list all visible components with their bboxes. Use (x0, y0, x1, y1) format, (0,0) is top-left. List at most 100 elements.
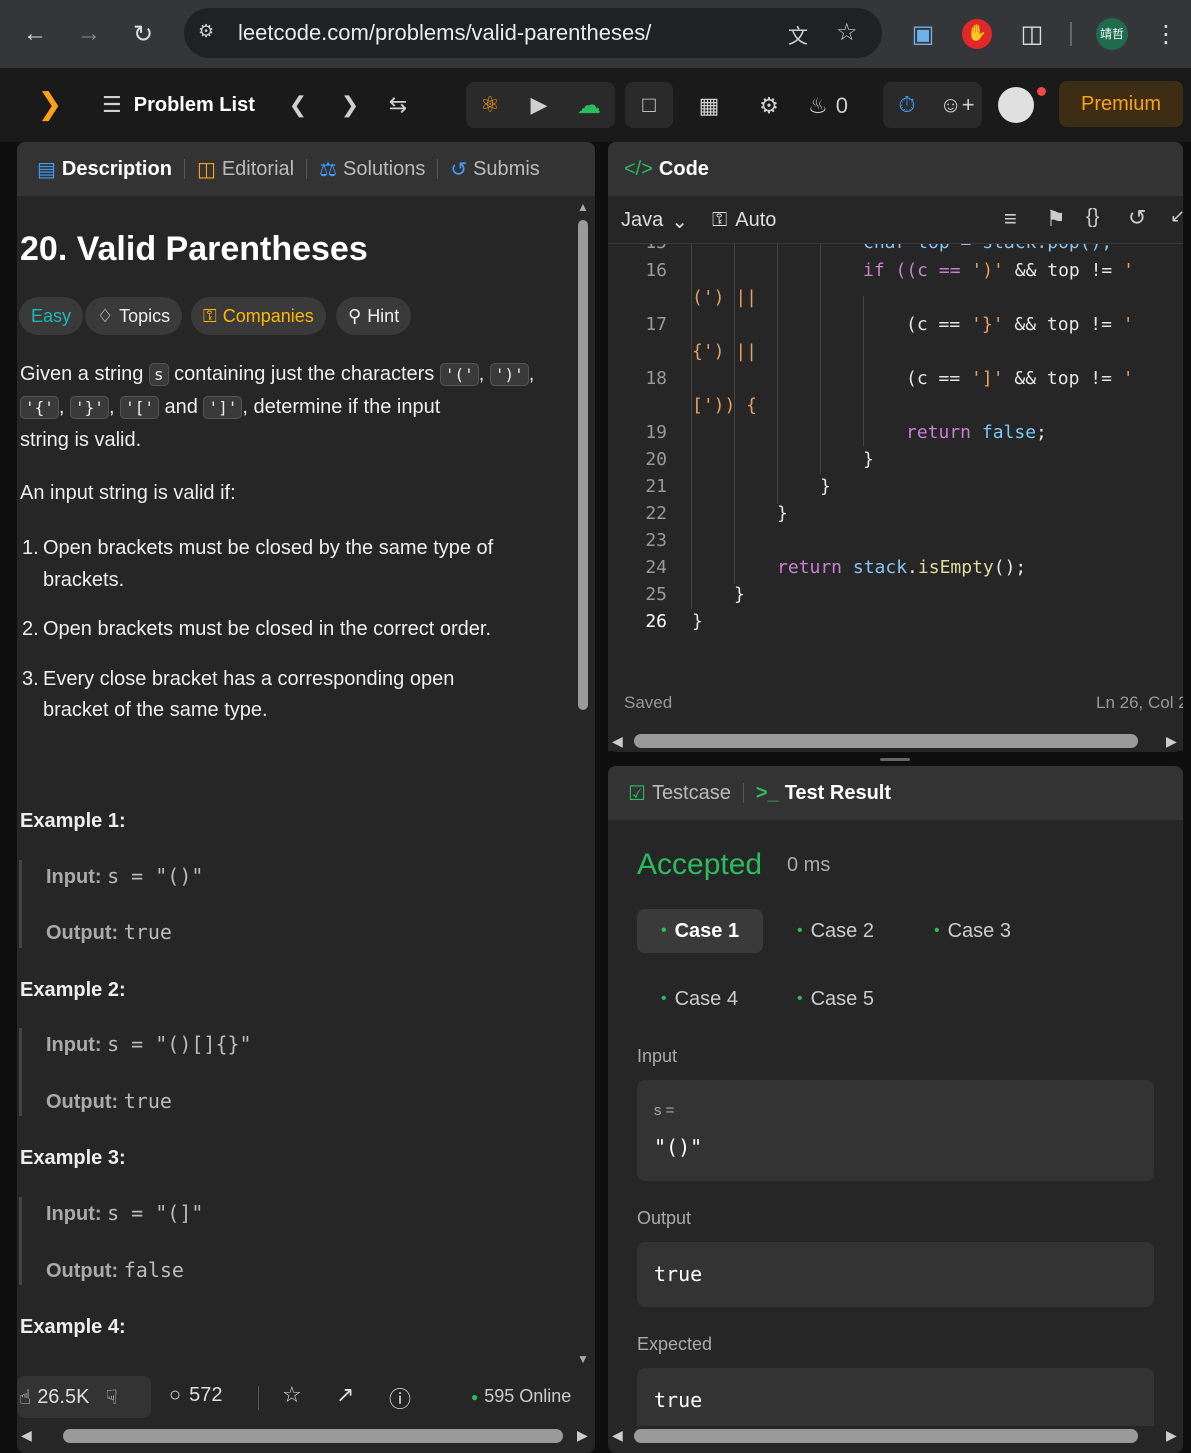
hscroll-thumb[interactable] (63, 1429, 563, 1443)
difficulty-badge: Easy (19, 297, 84, 335)
rule-number: 2. (22, 618, 39, 640)
notes-button[interactable]: □ (625, 82, 673, 128)
like-dislike-group: ☝ 26.5K ☟ (17, 1376, 151, 1418)
format-icon[interactable]: ≡ (1004, 206, 1017, 232)
description-hscrollbar[interactable]: ◀ ▶ (17, 1426, 595, 1446)
companies-tag[interactable]: ⚿ Companies (191, 297, 326, 335)
share-icon[interactable]: ↗ (336, 1382, 354, 1408)
profile-avatar[interactable]: 靖哲 (1094, 16, 1130, 52)
code-line: } (820, 476, 831, 497)
forward-icon[interactable]: → (71, 16, 107, 52)
case-tab-1[interactable]: • Case 1 (637, 909, 764, 953)
thumbs-up-icon: ☝ (19, 1386, 32, 1409)
auto-mode-toggle[interactable]: ⚿ Auto (712, 209, 776, 232)
add-collaborator-icon[interactable]: ☺+ (932, 82, 982, 128)
run-icon[interactable]: ▶ (515, 82, 563, 128)
code-hscrollbar[interactable]: ◀ ▶ (608, 731, 1183, 751)
reset-icon[interactable]: ↺ (1128, 205, 1146, 231)
rule-number: 1. (22, 537, 39, 559)
line-number: 20 (645, 449, 667, 470)
bookmark-icon[interactable]: ⚑ (1046, 206, 1066, 232)
streak-counter[interactable]: ♨ 0 (808, 86, 848, 126)
hscroll-thumb[interactable] (634, 1429, 1138, 1443)
language-select[interactable]: Java ⌄ (621, 209, 688, 234)
scroll-left-icon[interactable]: ◀ (612, 1427, 623, 1444)
example-output: Output: true (46, 920, 172, 944)
comments-button[interactable]: ○ 572 (169, 1384, 222, 1407)
tab-editorial[interactable]: ◫ Editorial (185, 142, 306, 196)
like-button[interactable]: ☝ 26.5K (17, 1385, 89, 1410)
scroll-up-icon[interactable]: ▲ (577, 200, 589, 214)
favorite-star-icon[interactable]: ☆ (282, 1382, 302, 1408)
runtime: 0 ms (787, 854, 831, 876)
expected-value: true (654, 1388, 703, 1412)
case-tab-4[interactable]: • Case 4 (637, 977, 762, 1021)
extensions-puzzle-icon[interactable]: ◫ (1014, 16, 1050, 52)
tab-solutions[interactable]: ⚖ Solutions (307, 142, 437, 196)
scroll-right-icon[interactable]: ▶ (577, 1427, 588, 1444)
translate-icon[interactable]: 文 (788, 20, 808, 49)
leetcode-logo-icon[interactable]: ❯ (32, 86, 68, 122)
scroll-down-icon[interactable]: ▼ (577, 1352, 589, 1366)
example-input: Input: s = "(]" (46, 1201, 204, 1225)
code-line: (c == ']' && top != ' (906, 368, 1134, 389)
description-panel: ▤ Description ◫ Editorial ⚖ Solutions ↺ Subm… (17, 142, 595, 1453)
document-icon: ▤ (37, 158, 56, 181)
case-tab-2[interactable]: • Case 2 (773, 909, 898, 953)
history-icon: ↺ (450, 158, 468, 181)
topics-tag[interactable]: ♢ Topics (85, 297, 183, 335)
braces-icon[interactable]: {} (1086, 206, 1099, 229)
line-number: 19 (645, 422, 667, 443)
rule-text: Open brackets must be closed by the same… (43, 537, 494, 559)
scroll-right-icon[interactable]: ▶ (1166, 733, 1177, 750)
scroll-left-icon[interactable]: ◀ (612, 733, 623, 750)
code-header: </> Code (608, 142, 1183, 196)
debug-icon[interactable]: ⚛ (466, 82, 514, 128)
example-bar (19, 860, 22, 948)
tab-testcase[interactable]: ☑ Testcase (616, 766, 743, 820)
lock-icon: ⚿ (712, 209, 728, 231)
tab-test-result[interactable]: >_ Test Result (744, 766, 903, 820)
thumbs-down-icon[interactable]: ☟ (105, 1385, 117, 1410)
shuffle-icon[interactable]: ⇆ (382, 88, 414, 122)
bookmark-star-icon[interactable]: ☆ (836, 18, 858, 47)
back-icon[interactable]: ← (17, 16, 53, 52)
prev-problem-icon[interactable]: ❮ (282, 88, 314, 122)
timer-icon[interactable]: ⏱ (883, 82, 931, 128)
site-settings-icon[interactable]: ⚙ (198, 21, 214, 42)
test-tabs: ☑ Testcase >_ Test Result (608, 766, 1183, 820)
case-tab-3[interactable]: • Case 3 (910, 909, 1035, 953)
user-avatar[interactable] (998, 87, 1034, 123)
panel-resize-handle[interactable] (880, 758, 910, 761)
tab-submissions[interactable]: ↺ Submis (438, 142, 551, 196)
expand-icon[interactable]: ↙ (1170, 206, 1185, 227)
url-text[interactable]: leetcode.com/problems/valid-parentheses/ (238, 20, 651, 46)
extension-screenshot-icon[interactable]: ▣ (905, 16, 941, 52)
result-hscrollbar[interactable]: ◀ ▶ (608, 1426, 1183, 1446)
submit-cloud-icon[interactable]: ☁ (564, 82, 614, 128)
case-tab-5[interactable]: • Case 5 (773, 977, 898, 1021)
layout-grid-icon[interactable]: ▦ (688, 86, 730, 126)
lightbulb-icon: ⚲ (348, 305, 362, 326)
help-icon[interactable]: ⓘ (389, 1382, 411, 1414)
tab-description[interactable]: ▤ Description (25, 142, 184, 196)
pass-dot: • (661, 990, 667, 1007)
premium-button[interactable]: Premium (1059, 81, 1183, 127)
description-scrollbar[interactable]: ▲ ▼ (576, 200, 590, 1370)
scroll-right-icon[interactable]: ▶ (1166, 1427, 1177, 1444)
chrome-menu-icon[interactable]: ⋮ (1148, 16, 1184, 52)
scroll-thumb[interactable] (578, 220, 588, 710)
example-input: Input: s = "()" (46, 864, 204, 888)
code-line: if ((c == ')' && top != ' (863, 260, 1134, 281)
reload-icon[interactable]: ↻ (125, 16, 161, 52)
hscroll-thumb[interactable] (634, 734, 1138, 748)
example-output: Output: true (46, 1089, 172, 1113)
online-count: ● 595 Online (471, 1386, 572, 1406)
problem-list-button[interactable]: ☰ Problem List (102, 88, 255, 122)
next-problem-icon[interactable]: ❯ (334, 88, 366, 122)
address-bar[interactable]: ⚙ leetcode.com/problems/valid-parenthese… (184, 8, 882, 58)
hint-tag[interactable]: ⚲ Hint (336, 297, 412, 335)
scroll-left-icon[interactable]: ◀ (21, 1427, 32, 1444)
adblock-icon[interactable]: ✋ (959, 16, 995, 52)
settings-gear-icon[interactable]: ⚙ (748, 86, 790, 126)
